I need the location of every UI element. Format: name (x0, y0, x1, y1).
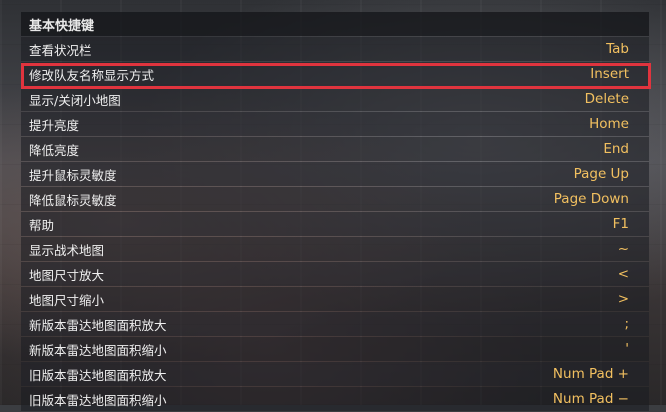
keybinding-label: 显示战术地图 (29, 242, 105, 258)
keybinding-row-help[interactable]: 帮助 F1 (21, 212, 649, 236)
keybinding-key[interactable]: Page Down (554, 191, 629, 207)
keybinding-row-old-radar-shrink[interactable]: 旧版本雷达地图面积缩小 Num Pad − (21, 387, 649, 411)
keybinding-row-new-radar-enlarge[interactable]: 新版本雷达地图面积放大 ; (21, 312, 649, 336)
keybinding-row-sensitivity-up[interactable]: 提升鼠标灵敏度 Page Up (21, 162, 649, 186)
keybinding-label: 地图尺寸缩小 (29, 292, 105, 308)
keybinding-key[interactable]: Tab (606, 41, 629, 57)
keybinding-label: 查看状况栏 (29, 42, 92, 58)
keybinding-row-new-radar-shrink[interactable]: 新版本雷达地图面积缩小 ' (21, 337, 649, 361)
keybinding-label: 修改队友名称显示方式 (29, 67, 155, 83)
keybinding-key[interactable]: Insert (590, 66, 629, 82)
keybinding-row-teammate-name[interactable]: 修改队友名称显示方式 Insert (21, 62, 649, 86)
keybinding-row-brightness-down[interactable]: 降低亮度 End (21, 137, 649, 161)
keybinding-key[interactable]: Home (589, 116, 629, 132)
keybinding-label: 新版本雷达地图面积缩小 (29, 342, 167, 358)
keybinding-row-old-radar-enlarge[interactable]: 旧版本雷达地图面积放大 Num Pad + (21, 362, 649, 386)
keybinding-key[interactable]: ' (625, 341, 629, 357)
keybinding-row-status-bar[interactable]: 查看状况栏 Tab (21, 37, 649, 61)
keybinding-label: 提升亮度 (29, 117, 80, 133)
keybinding-label: 显示/关闭小地图 (29, 92, 121, 108)
keybinding-label: 旧版本雷达地图面积放大 (29, 367, 167, 383)
keybinding-label: 降低亮度 (29, 142, 80, 158)
keybinding-key[interactable]: Num Pad + (553, 366, 629, 382)
keybinding-label: 帮助 (29, 217, 55, 233)
keybinding-label: 降低鼠标灵敏度 (29, 192, 117, 208)
keybinding-key[interactable]: Delete (585, 91, 629, 107)
keybinding-row-minimap[interactable]: 显示/关闭小地图 Delete (21, 87, 649, 111)
keybinding-row-brightness-up[interactable]: 提升亮度 Home (21, 112, 649, 136)
keybinding-row-sensitivity-down[interactable]: 降低鼠标灵敏度 Page Down (21, 187, 649, 211)
keybinding-row-map-zoom-in[interactable]: 地图尺寸放大 < (21, 262, 649, 286)
section-header: 基本快捷键 (21, 12, 649, 36)
section-title: 基本快捷键 (29, 18, 95, 34)
keybinding-label: 提升鼠标灵敏度 (29, 167, 117, 183)
keybinding-row-tactical-map[interactable]: 显示战术地图 ~ (21, 237, 649, 261)
keybinding-key[interactable]: > (618, 291, 629, 307)
keybinding-label: 地图尺寸放大 (29, 267, 105, 283)
keybinding-label: 旧版本雷达地图面积缩小 (29, 392, 167, 408)
keybinding-key[interactable]: Page Up (574, 166, 629, 182)
keybinding-key[interactable]: ; (624, 316, 629, 332)
keybinding-label: 新版本雷达地图面积放大 (29, 317, 167, 333)
keybinding-key[interactable]: End (603, 141, 629, 157)
keybinding-key[interactable]: ~ (618, 241, 629, 257)
keybinding-key[interactable]: F1 (613, 216, 629, 232)
keybinding-key[interactable]: < (618, 266, 629, 282)
keybinding-row-map-zoom-out[interactable]: 地图尺寸缩小 > (21, 287, 649, 311)
keybinding-panel: 基本快捷键 查看状况栏 Tab 修改队友名称显示方式 Insert 显示/关闭小… (21, 12, 649, 412)
